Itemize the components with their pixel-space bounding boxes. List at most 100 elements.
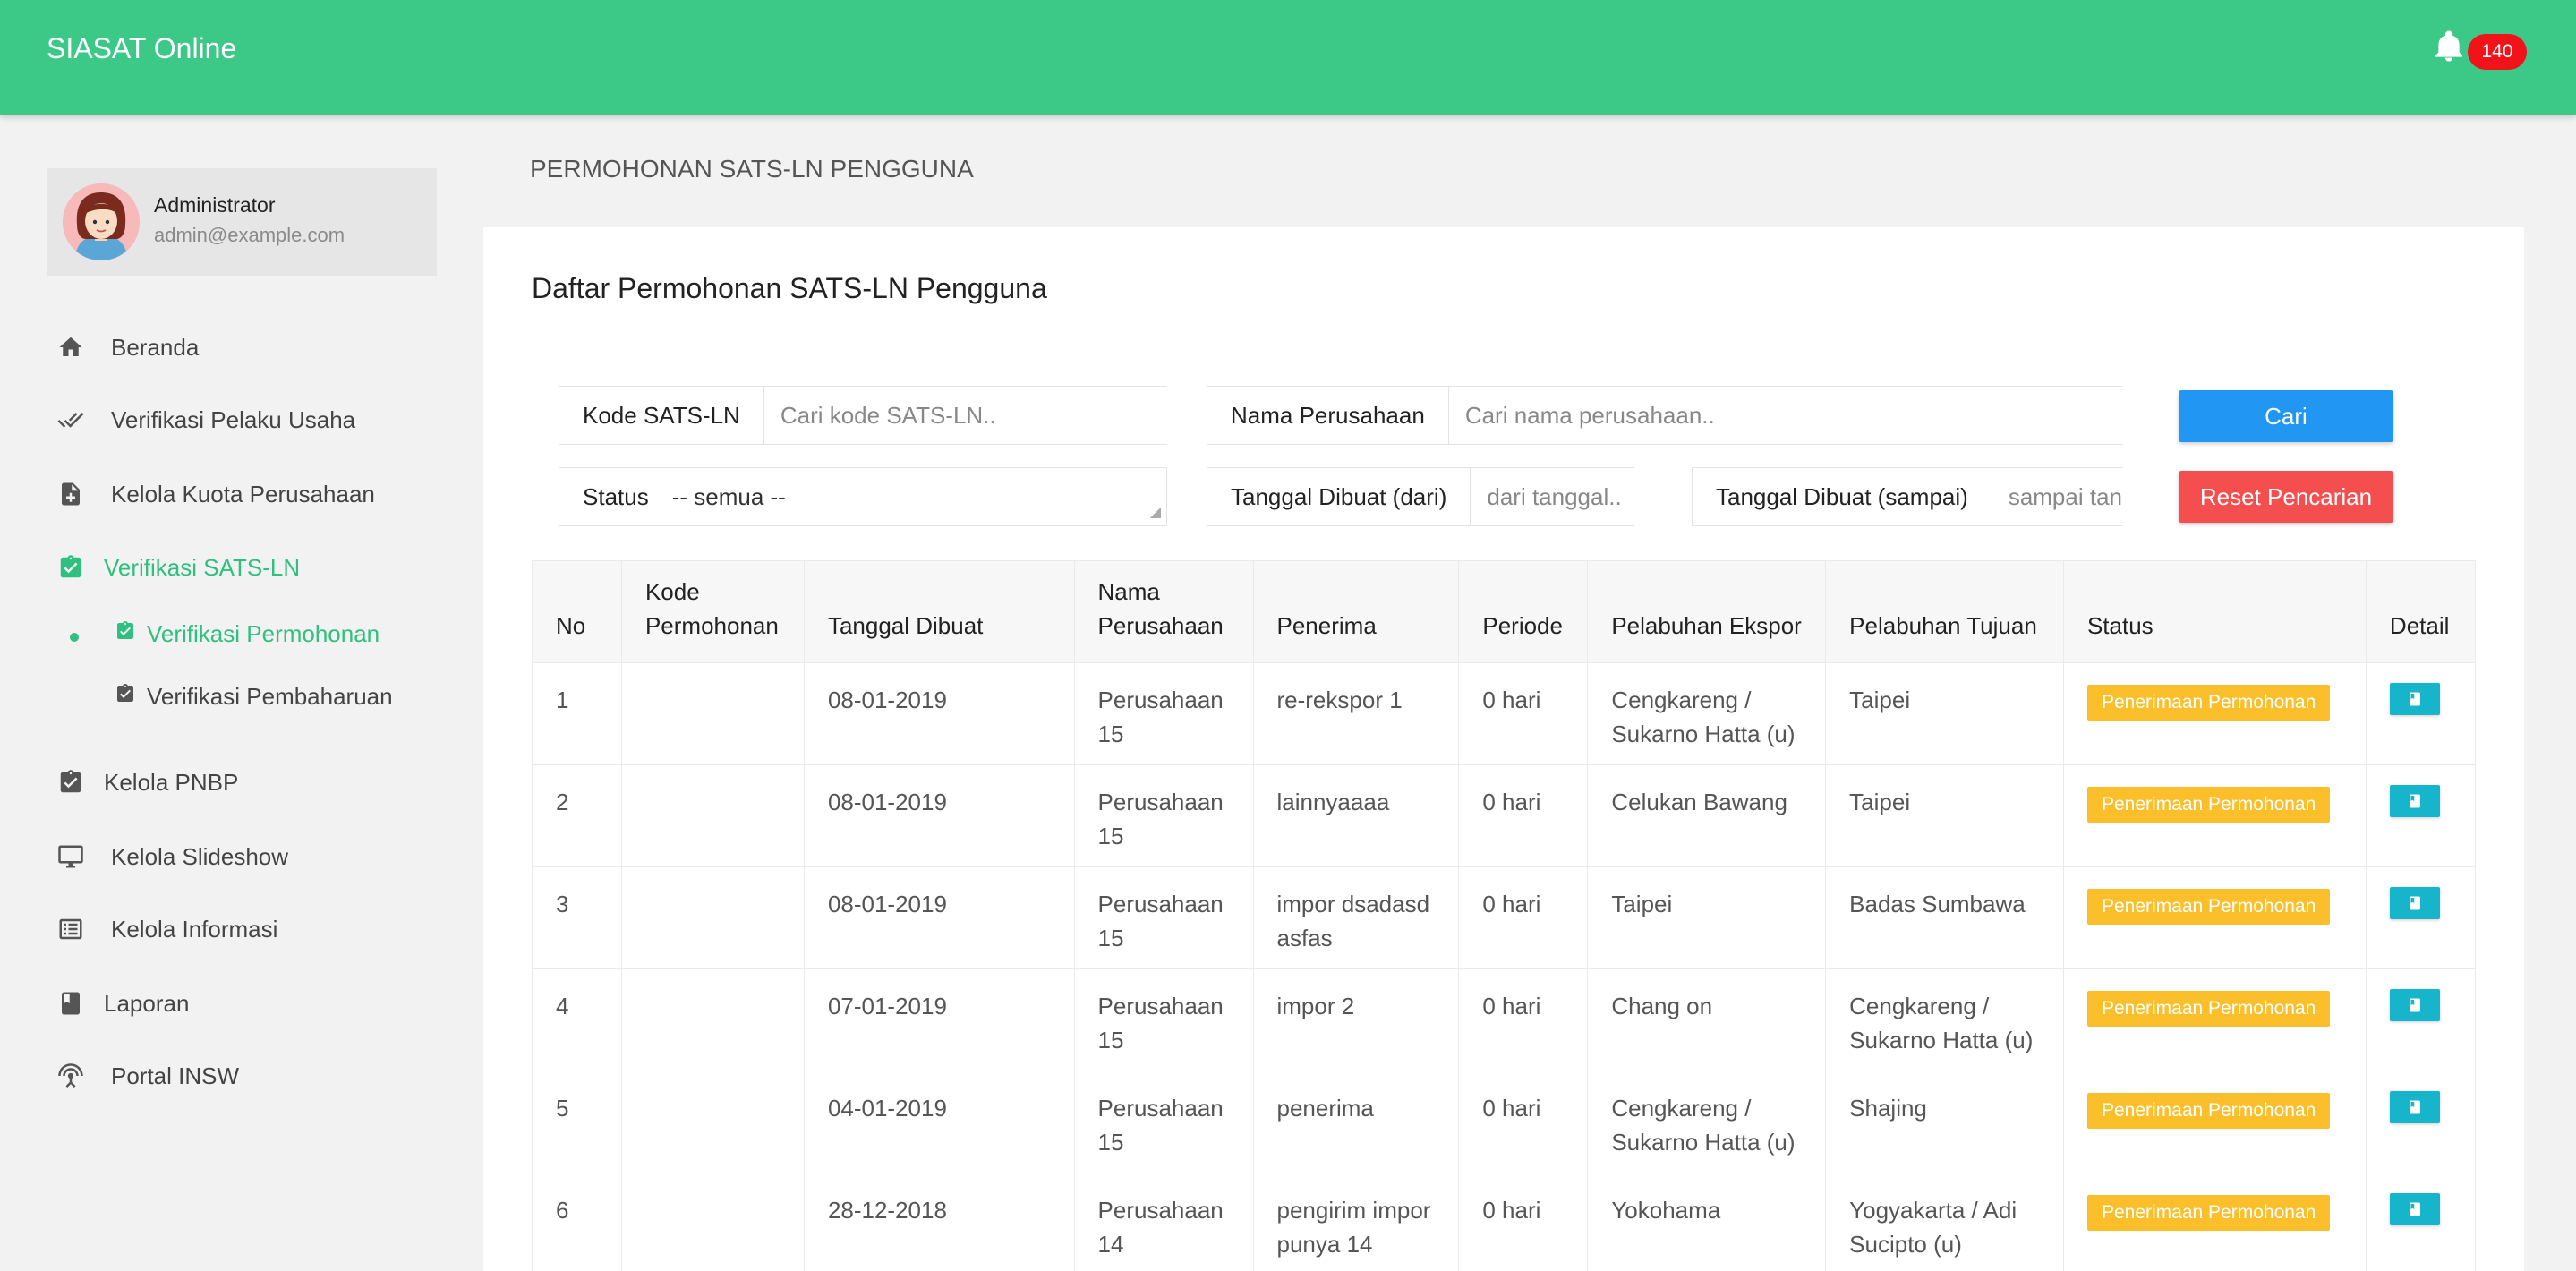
column-header-no[interactable]: No xyxy=(532,560,622,663)
status-select[interactable]: -- semua -- xyxy=(654,483,786,511)
status-label: Status xyxy=(583,482,649,510)
cell-detail xyxy=(2365,1071,2477,1173)
sidebar-item-kelola-informasi[interactable]: Kelola Informasi xyxy=(57,911,277,947)
book-icon xyxy=(2409,692,2420,706)
nama-perusahaan-input[interactable] xyxy=(1448,388,2123,442)
cell-penerima: lainnyaaaa xyxy=(1252,764,1460,867)
page-title: PERMOHONAN SATS-LN PENGGUNA xyxy=(530,155,974,183)
status-badge: Penerimaan Permohonan xyxy=(2086,991,2331,1027)
cell-kode-permohonan xyxy=(620,866,805,969)
book-icon xyxy=(2409,1100,2420,1114)
status-badge: Penerimaan Permohonan xyxy=(2086,1195,2331,1231)
cell-detail xyxy=(2365,968,2477,1071)
card-title: Daftar Permohonan SATS-LN Pengguna xyxy=(532,272,1047,304)
kode-sats-ln-input[interactable] xyxy=(763,388,1167,442)
status-filter: Status -- semua -- xyxy=(559,467,1167,526)
cell-kode-permohonan xyxy=(620,1071,805,1173)
cell-status: Penerimaan Permohonan xyxy=(2062,662,2367,765)
detail-button[interactable] xyxy=(2389,989,2440,1021)
double-check-icon xyxy=(57,405,93,435)
column-header-penerima[interactable]: Penerima xyxy=(1252,560,1460,663)
cell-pelabuhan-ekspor: Yokohama xyxy=(1587,1173,1827,1271)
active-indicator-dot xyxy=(70,633,79,642)
cell-no: 4 xyxy=(532,968,622,1071)
book-icon xyxy=(57,988,86,1019)
sidebar-item-verifikasi-pelaku-usaha[interactable]: Verifikasi Pelaku Usaha xyxy=(57,402,355,438)
sidebar-item-label: Kelola Kuota Perusahaan xyxy=(111,480,375,508)
sidebar-item-portal-insw[interactable]: Portal INSW xyxy=(57,1058,239,1094)
column-header-pelabuhan-tujuan[interactable]: Pelabuhan Tujuan xyxy=(1825,560,2064,663)
book-icon xyxy=(2409,998,2420,1012)
cell-kode-permohonan xyxy=(620,1173,805,1271)
detail-button[interactable] xyxy=(2389,887,2440,919)
monitor-icon xyxy=(57,841,93,872)
cell-nama-perusahaan: Perusahaan 15 xyxy=(1073,764,1254,867)
sidebar-item-laporan[interactable]: Laporan xyxy=(57,985,189,1021)
detail-button[interactable] xyxy=(2389,785,2440,817)
detail-button[interactable] xyxy=(2389,683,2440,715)
tanggal-dari-input[interactable] xyxy=(1471,470,1634,524)
detail-button[interactable] xyxy=(2389,1193,2440,1225)
sidebar-item-kelola-kuota-perusahaan[interactable]: Kelola Kuota Perusahaan xyxy=(57,476,375,512)
column-header-nama-perusahaan[interactable]: Nama Perusahaan xyxy=(1073,560,1254,663)
cell-status: Penerimaan Permohonan xyxy=(2062,1173,2367,1271)
cell-nama-perusahaan: Perusahaan 15 xyxy=(1073,662,1254,765)
cell-no: 1 xyxy=(532,662,622,765)
cell-tanggal-dibuat: 04-01-2019 xyxy=(803,1071,1075,1173)
sidebar-item-kelola-pnbp[interactable]: Kelola PNBP xyxy=(57,764,238,800)
tanggal-dari-label: Tanggal Dibuat (dari) xyxy=(1207,468,1471,525)
search-button[interactable]: Cari xyxy=(2179,390,2393,442)
cell-pelabuhan-ekspor: Cengkareng / Sukarno Hatta (u) xyxy=(1587,1071,1827,1173)
cell-pelabuhan-tujuan: Taipei xyxy=(1825,764,2064,867)
status-badge: Penerimaan Permohonan xyxy=(2086,685,2331,721)
app-title[interactable]: SIASAT Online xyxy=(47,32,236,65)
status-badge: Penerimaan Permohonan xyxy=(2086,889,2331,925)
column-header-detail[interactable]: Detail xyxy=(2365,560,2477,663)
column-header-pelabuhan-ekspor[interactable]: Pelabuhan Ekspor xyxy=(1587,560,1827,663)
sidebar-item-label: Laporan xyxy=(104,989,190,1017)
column-header-kode-permohonan[interactable]: Kode Permohonan xyxy=(620,560,805,663)
cell-detail xyxy=(2365,866,2477,969)
avatar xyxy=(63,183,140,260)
cell-penerima: impor 2 xyxy=(1252,968,1460,1071)
sidebar-item-beranda[interactable]: Beranda xyxy=(57,329,199,365)
select-resize-handle xyxy=(1150,508,1161,518)
table-row: 3 08-01-2019 Perusahaan 15 impor dsadasd… xyxy=(532,866,2477,969)
notification-count-badge[interactable]: 140 xyxy=(2468,34,2527,70)
cell-no: 6 xyxy=(532,1173,622,1271)
bell-icon[interactable] xyxy=(2431,27,2467,66)
sidebar-subitem-verifikasi-pembaharuan[interactable]: Verifikasi Pembaharuan xyxy=(115,678,393,714)
tanggal-sampai-input[interactable] xyxy=(1992,470,2123,524)
column-header-tanggal-dibuat[interactable]: Tanggal Dibuat xyxy=(803,560,1075,663)
clipboard-check-icon xyxy=(57,552,86,583)
user-email: admin@example.com xyxy=(154,224,345,246)
nama-perusahaan-label: Nama Perusahaan xyxy=(1207,387,1449,444)
detail-button[interactable] xyxy=(2389,1091,2440,1123)
table-row: 1 08-01-2019 Perusahaan 15 re-rekspor 1 … xyxy=(532,662,2477,765)
table-row: 2 08-01-2019 Perusahaan 15 lainnyaaaa 0 … xyxy=(532,764,2477,867)
cell-periode: 0 hari xyxy=(1458,968,1589,1071)
column-header-status[interactable]: Status xyxy=(2062,560,2367,663)
sidebar-subitem-verifikasi-permohonan[interactable]: Verifikasi Permohonan xyxy=(115,616,380,652)
sidebar-item-verifikasi-sats-ln[interactable]: Verifikasi SATS-LN xyxy=(57,550,300,585)
cell-periode: 0 hari xyxy=(1458,662,1589,765)
cell-penerima: impor dsadasd asfas xyxy=(1252,866,1460,969)
home-icon xyxy=(57,332,93,363)
sidebar-subitem-label: Verifikasi Pembaharuan xyxy=(147,682,393,710)
cell-periode: 0 hari xyxy=(1458,866,1589,969)
cell-periode: 0 hari xyxy=(1458,764,1589,867)
user-profile-card[interactable]: Administrator admin@example.com xyxy=(47,168,437,276)
file-plus-icon xyxy=(57,479,93,509)
cell-tanggal-dibuat: 08-01-2019 xyxy=(803,866,1075,969)
cell-penerima: penerima xyxy=(1252,1071,1460,1173)
reset-search-button[interactable]: Reset Pencarian xyxy=(2179,471,2393,523)
sidebar-item-kelola-slideshow[interactable]: Kelola Slideshow xyxy=(57,839,288,874)
table-header-row: No Kode Permohonan Tanggal Dibuat Nama P… xyxy=(532,560,2477,663)
top-navbar: SIASAT Online 140 xyxy=(0,0,2576,115)
column-header-periode[interactable]: Periode xyxy=(1458,560,1589,663)
clipboard-check-icon xyxy=(115,683,147,711)
sidebar-item-label: Beranda xyxy=(111,333,200,361)
cell-tanggal-dibuat: 07-01-2019 xyxy=(803,968,1075,1071)
cell-pelabuhan-tujuan: Yogyakarta / Adi Sucipto (u) xyxy=(1825,1173,2064,1271)
tanggal-sampai-label: Tanggal Dibuat (sampai) xyxy=(1693,468,1992,525)
